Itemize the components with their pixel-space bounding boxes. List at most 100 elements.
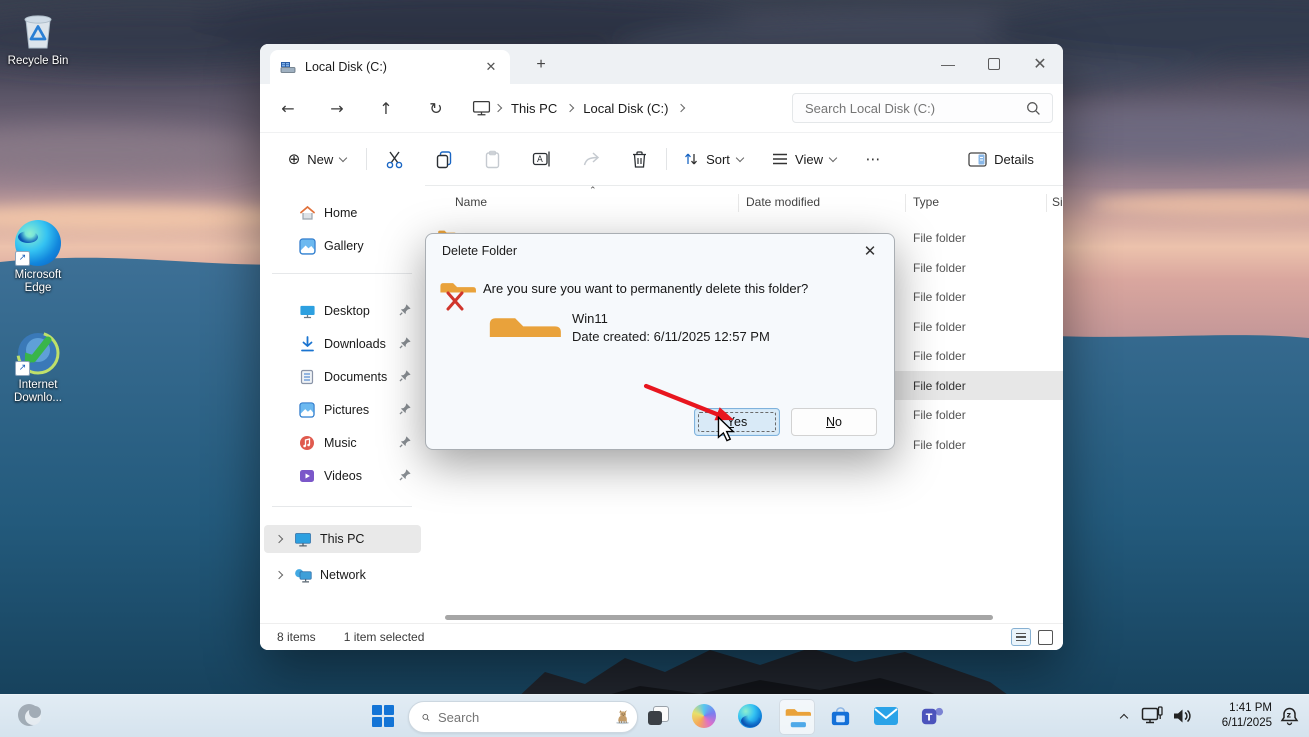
minimize-button[interactable]: — [925,44,971,84]
search-icon [1027,101,1040,115]
copilot-button[interactable] [691,703,717,729]
sidebar-item-desktop[interactable]: Desktop [264,297,421,325]
sidebar-item-label: Documents [324,370,388,384]
tray-time: 1:41 PM [1229,702,1272,714]
taskbar-clock[interactable]: 1:41 PM 6/11/2025 [1202,701,1272,731]
tray-date: 6/11/2025 [1221,717,1272,729]
column-header-type[interactable]: Type [913,195,939,209]
more-button[interactable]: ⋯ [856,142,890,176]
column-header-name[interactable]: Name [455,195,487,209]
column-headers: ⌃ Name Date modified Type Size [425,185,1063,217]
notification-bell-icon[interactable]: z [1280,706,1299,726]
details-button-label: Details [994,151,1034,167]
share-button[interactable] [569,142,614,176]
sidebar-item-downloads[interactable]: Downloads [264,330,421,358]
view-button[interactable]: View [762,142,846,176]
desktop-icon-recycle-bin[interactable]: Recycle Bin [0,6,76,68]
command-bar: ⊕ New A Sort View ⋯ Details [260,133,1063,186]
rename-icon: A [532,151,550,167]
view-button-label: View [795,151,823,167]
column-header-size[interactable]: Size [1052,195,1063,209]
sidebar-item-this-pc[interactable]: This PC [264,525,421,553]
desktop-icon-label: Microsoft Edge [14,269,62,294]
no-button[interactable]: No [791,408,877,436]
chevron-right-icon[interactable] [565,103,575,113]
pin-icon [399,369,413,385]
desktop-icon-internet-download-manager[interactable]: ↗ Internet Downlo... [0,330,76,405]
desktop-icon [298,302,316,320]
sidebar-item-documents[interactable]: Documents [264,363,421,391]
taskbar-search[interactable] [408,701,638,733]
share-icon [583,152,600,166]
pin-icon [399,336,413,352]
tab-close-icon[interactable]: ✕ [482,58,500,76]
tray-chevron-up-icon[interactable] [1119,709,1129,724]
chevron-right-icon[interactable] [493,103,503,113]
up-button[interactable]: ↑ [374,96,398,120]
sidebar-item-music[interactable]: Music [264,429,421,457]
edge-button[interactable] [737,703,763,729]
details-button[interactable]: Details [955,142,1047,176]
tab-title: Local Disk (C:) [305,60,387,74]
new-tab-button[interactable]: + [528,52,554,78]
windows-logo-icon [372,705,394,727]
mail-button[interactable] [873,703,899,729]
network-icon[interactable] [1141,706,1163,726]
column-header-date-modified[interactable]: Date modified [746,195,820,209]
edge-icon [738,704,762,728]
dialog-item-name: Win11 [572,311,608,326]
sort-button[interactable]: Sort [674,142,752,176]
cut-icon [386,151,403,168]
search-highlight-animal-icon [616,710,629,725]
weather-widget-icon[interactable] [16,702,42,728]
breadcrumb-local-disk[interactable]: Local Disk (C:) [577,101,674,116]
videos-icon [298,467,316,485]
taskbar-search-input[interactable] [429,709,614,725]
refresh-button[interactable]: ↻ [424,96,448,120]
shortcut-arrow-icon: ↗ [15,361,30,376]
shortcut-arrow-icon: ↗ [15,251,30,266]
new-button[interactable]: ⊕ New [274,142,360,176]
expand-chevron-icon[interactable] [274,534,284,544]
volume-icon[interactable] [1172,707,1192,725]
breadcrumb-this-pc[interactable]: This PC [505,101,563,116]
search-box[interactable] [792,93,1053,123]
delete-button[interactable] [617,142,662,176]
sidebar-item-gallery[interactable]: Gallery [264,232,421,260]
tab-local-disk-c[interactable]: Local Disk (C:) ✕ [270,50,510,84]
sidebar-item-pictures[interactable]: Pictures [264,396,421,424]
horizontal-scrollbar[interactable] [445,615,993,620]
pin-icon [399,303,413,319]
sidebar-item-label: Home [324,206,358,220]
close-button[interactable]: ✕ [1017,44,1063,84]
maximize-button[interactable] [971,44,1017,84]
trash-icon [633,150,646,168]
search-input[interactable] [793,100,1026,116]
file-type: File folder [913,407,966,422]
gallery-icon [298,237,316,255]
sidebar-item-videos[interactable]: Videos [264,462,421,490]
delete-folder-warning-icon [440,283,476,311]
desktop-icon-microsoft-edge[interactable]: ↗ Microsoft Edge [0,220,76,295]
expand-chevron-icon[interactable] [274,570,284,580]
teams-button[interactable]: T [919,703,945,729]
microsoft-store-button[interactable] [827,703,853,729]
address-bar: ← → ↑ ↻ This PC Local Disk (C:) [260,84,1063,133]
file-explorer-button[interactable] [779,699,815,735]
paste-button[interactable] [470,142,515,176]
start-button[interactable] [370,703,396,729]
cut-button[interactable] [372,142,417,176]
large-icons-view-button[interactable] [1038,629,1053,645]
yes-button[interactable]: Yes [694,408,780,436]
task-view-button[interactable] [645,703,671,729]
sidebar-item-label: Videos [324,469,362,483]
back-button[interactable]: ← [276,96,300,120]
forward-button[interactable]: → [325,96,349,120]
dialog-close-icon[interactable]: ✕ [858,240,882,264]
rename-button[interactable]: A [519,142,564,176]
copy-button[interactable] [421,142,466,176]
chevron-right-icon[interactable] [677,103,686,113]
details-view-button[interactable] [1011,628,1031,646]
sidebar-item-home[interactable]: Home [264,199,421,227]
sidebar-item-network[interactable]: Network [264,561,421,589]
